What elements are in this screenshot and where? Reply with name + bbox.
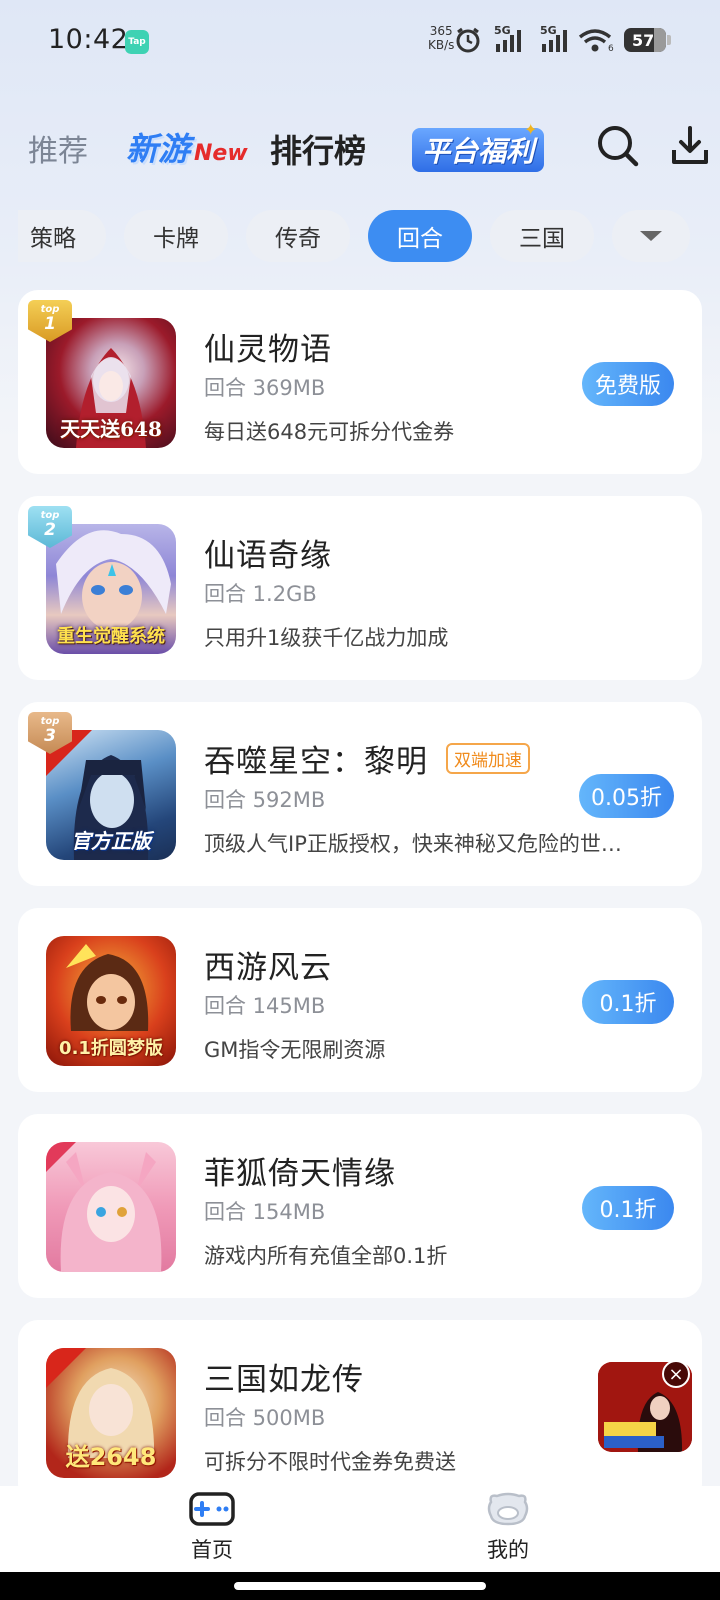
game-action-button[interactable]: 0.05折 (579, 774, 674, 818)
chevron-down-icon (640, 231, 662, 241)
game-description: 可拆分不限时代金券免费送 (204, 1450, 456, 1474)
download-icon[interactable] (670, 124, 710, 168)
game-name: 仙语奇缘 (204, 538, 332, 574)
icon-caption: 0.1折圆梦版 (59, 1038, 163, 1059)
icon-caption: 送2648 (65, 1443, 157, 1471)
search-icon[interactable] (596, 124, 640, 168)
chip-strategy[interactable]: 策略 (18, 210, 106, 262)
rank-number: 3 (44, 726, 56, 746)
game-action-button[interactable]: 免费版 (582, 362, 674, 406)
game-name: 吞噬星空：黎明 双端加速 (204, 736, 530, 781)
tab-ranking[interactable]: 排行榜 (270, 126, 366, 172)
close-icon[interactable]: × (662, 1360, 690, 1388)
wifi-label: 6 (608, 44, 614, 54)
network-speed: 365 KB/s (428, 24, 454, 52)
game-meta: 回合 145MB (204, 994, 326, 1018)
rank-number: 2 (44, 520, 56, 540)
status-bar: 10:42 Tap 365 KB/s 5G 5G 6 57 (0, 0, 720, 84)
tab-new-games-label: 新游 (126, 130, 191, 168)
cellular-signal-icon (542, 30, 567, 52)
game-card[interactable]: 菲狐倚天情缘 回合 154MB 游戏内所有充值全部0.1折 0.1折 (18, 1114, 702, 1298)
network-speed-value: 365 (429, 24, 453, 38)
bottom-nav: 首页 我的 (0, 1486, 720, 1572)
tab-recommend[interactable]: 推荐 (28, 126, 88, 170)
game-action-button[interactable]: 0.1折 (582, 980, 674, 1024)
game-icon: 送2648 (46, 1348, 176, 1478)
game-name: 仙灵物语 (204, 332, 332, 368)
top-nav: 推荐 新游 New 排行榜 平台福利 ✦ (0, 118, 720, 178)
sparkle-icon: ✦ (524, 120, 538, 139)
game-card[interactable]: 官方正版 top 3 吞噬星空：黎明 双端加速 回合 592MB 顶级人气IP正版… (18, 702, 702, 886)
new-badge: New (194, 141, 248, 166)
game-description: 每日送648元可拆分代金券 (204, 420, 455, 444)
game-description: 只用升1级获千亿战力加成 (204, 626, 449, 650)
game-action-button[interactable]: 0.1折 (582, 1186, 674, 1230)
icon-caption: 官方正版 (71, 829, 151, 853)
gamepad-icon (189, 1492, 235, 1526)
home-indicator[interactable] (234, 1582, 486, 1590)
tab-home[interactable]: 首页 (152, 1492, 272, 1564)
rank-badge: top 3 (28, 712, 72, 754)
tab-new-games[interactable]: 新游 New (126, 124, 248, 170)
wifi-icon (578, 29, 612, 52)
game-description: GM指令无限刷资源 (204, 1038, 386, 1062)
game-name-text: 吞噬星空：黎明 (204, 744, 428, 780)
tab-mine-label: 我的 (487, 1538, 529, 1562)
rank-badge: top 1 (28, 300, 72, 342)
game-meta: 回合 154MB (204, 1200, 326, 1224)
game-meta: 回合 1.2GB (204, 582, 317, 606)
tap-app-icon: Tap (125, 30, 149, 54)
tab-home-label: 首页 (191, 1538, 233, 1562)
game-meta: 回合 592MB (204, 788, 326, 812)
battery-indicator: 57 (624, 28, 671, 52)
battery-level: 57 (632, 30, 655, 50)
game-card[interactable]: 0.1折圆梦版 西游风云 回合 145MB GM指令无限刷资源 0.1折 (18, 908, 702, 1092)
chip-card[interactable]: 卡牌 (124, 210, 228, 262)
game-description: 游戏内所有充值全部0.1折 (204, 1244, 448, 1268)
icon-caption: 天天送648 (60, 417, 162, 441)
icon-caption: 重生觉醒系统 (57, 626, 165, 647)
game-art (46, 1142, 162, 1272)
game-meta: 回合 369MB (204, 376, 326, 400)
game-card[interactable]: 重生觉醒系统 top 2 仙语奇缘 回合 1.2GB 只用升1级获千亿战力加成 (18, 496, 702, 680)
game-tag: 双端加速 (446, 743, 530, 774)
rank-number: 1 (44, 314, 56, 334)
game-meta: 回合 500MB (204, 1406, 326, 1430)
game-icon (46, 1142, 176, 1272)
profile-icon (487, 1492, 529, 1526)
game-name: 菲狐倚天情缘 (204, 1156, 396, 1192)
cellular-signal-icon (496, 30, 521, 52)
game-name: 三国如龙传 (204, 1362, 364, 1398)
status-time: 10:42 (48, 24, 129, 55)
rank-badge: top 2 (28, 506, 72, 548)
category-expand-button[interactable] (612, 210, 690, 262)
game-icon: 0.1折圆梦版 (46, 936, 176, 1066)
chip-legend[interactable]: 传奇 (246, 210, 350, 262)
tab-mine[interactable]: 我的 (448, 1492, 568, 1564)
system-gesture-bar (0, 1572, 720, 1600)
chip-turn-based[interactable]: 回合 (368, 210, 472, 262)
alarm-icon (456, 27, 480, 53)
chip-three-kingdoms[interactable]: 三国 (490, 210, 594, 262)
game-name: 西游风云 (204, 950, 332, 986)
category-chips: 策略 卡牌 传奇 回合 三国 (18, 210, 720, 264)
game-card[interactable]: 天天送648 top 1 仙灵物语 回合 369MB 每日送648元可拆分代金券… (18, 290, 702, 474)
game-description: 顶级人气IP正版授权，快来神秘又危险的世… (204, 832, 622, 856)
network-speed-unit: KB/s (428, 38, 455, 52)
